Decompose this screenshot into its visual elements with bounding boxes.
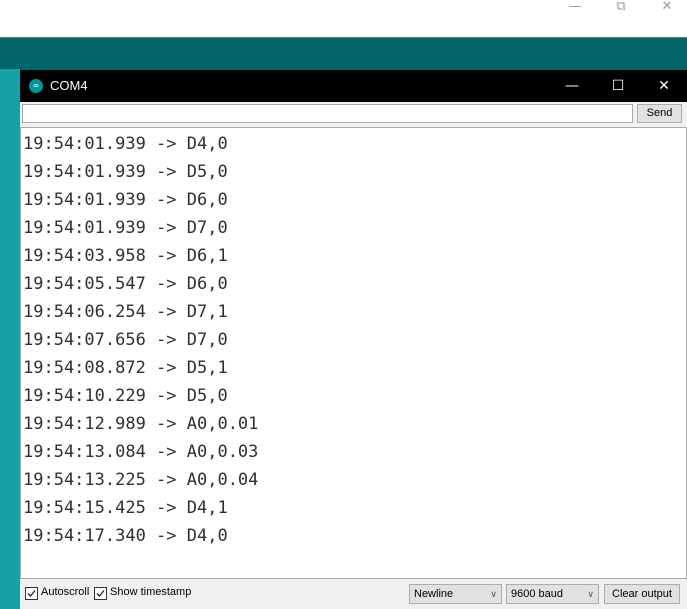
serial-output[interactable]: 19:54:01.939 -> D4,0 19:54:01.939 -> D5,…	[20, 127, 687, 579]
autoscroll-label: Autoscroll	[41, 586, 90, 598]
line-ending-value: Newline	[414, 588, 454, 600]
output-line: 19:54:05.547 -> D6,0	[23, 274, 228, 294]
maximize-button[interactable]: ☐	[595, 70, 641, 102]
output-line: 19:54:15.425 -> D4,1	[23, 498, 228, 518]
parent-title-bar: — ⧉ ✕	[0, 0, 687, 37]
output-line: 19:54:12.989 -> A0,0.01	[23, 414, 259, 434]
clear-output-button[interactable]: Clear output	[604, 584, 680, 604]
output-line: 19:54:01.939 -> D6,0	[23, 190, 228, 210]
serial-monitor-window: ∞ COM4 — ☐ ✕ Send 19:54:01.939 -> D4,0 1…	[20, 70, 687, 609]
minimize-button[interactable]: —	[549, 70, 595, 102]
show-timestamp-label: Show timestamp	[110, 586, 192, 598]
output-line: 19:54:07.656 -> D7,0	[23, 330, 228, 350]
checkmark-icon	[96, 590, 105, 597]
close-button[interactable]: ✕	[641, 70, 687, 102]
send-row: Send	[20, 102, 687, 126]
chevron-down-icon: ∨	[490, 589, 497, 599]
send-input[interactable]	[22, 104, 633, 123]
parent-side-strip	[0, 69, 20, 609]
status-bar: Autoscroll Show timestamp Newline ∨ 9600…	[20, 580, 687, 609]
autoscroll-checkbox[interactable]	[25, 587, 38, 600]
output-line: 19:54:01.939 -> D7,0	[23, 218, 228, 238]
output-line: 19:54:10.229 -> D5,0	[23, 386, 228, 406]
line-ending-select[interactable]: Newline ∨	[409, 584, 502, 604]
monitor-title-bar[interactable]: ∞ COM4 — ☐ ✕	[20, 70, 687, 102]
output-line: 19:54:03.958 -> D6,1	[23, 246, 228, 266]
send-button[interactable]: Send	[637, 104, 682, 123]
parent-toolbar	[0, 37, 687, 103]
logo-glyph: ∞	[32, 81, 40, 90]
baud-rate-select[interactable]: 9600 baud ∨	[506, 584, 599, 604]
output-line: 19:54:17.340 -> D4,0	[23, 526, 228, 546]
window-title: COM4	[50, 78, 88, 93]
output-line: 19:54:13.084 -> A0,0.03	[23, 442, 259, 462]
output-line: 19:54:01.939 -> D4,0	[23, 134, 228, 154]
parent-minimize-button[interactable]: —	[560, 0, 590, 14]
output-line: 19:54:13.225 -> A0,0.04	[23, 470, 259, 490]
baud-rate-value: 9600 baud	[511, 588, 563, 600]
parent-restore-button[interactable]: ⧉	[606, 0, 636, 14]
arduino-logo-icon: ∞	[29, 79, 43, 93]
parent-close-button[interactable]: ✕	[652, 0, 682, 14]
show-timestamp-checkbox[interactable]	[94, 587, 107, 600]
checkmark-icon	[27, 590, 36, 597]
output-line: 19:54:08.872 -> D5,1	[23, 358, 228, 378]
output-line: 19:54:06.254 -> D7,1	[23, 302, 228, 322]
output-line: 19:54:01.939 -> D5,0	[23, 162, 228, 182]
chevron-down-icon: ∨	[587, 589, 594, 599]
